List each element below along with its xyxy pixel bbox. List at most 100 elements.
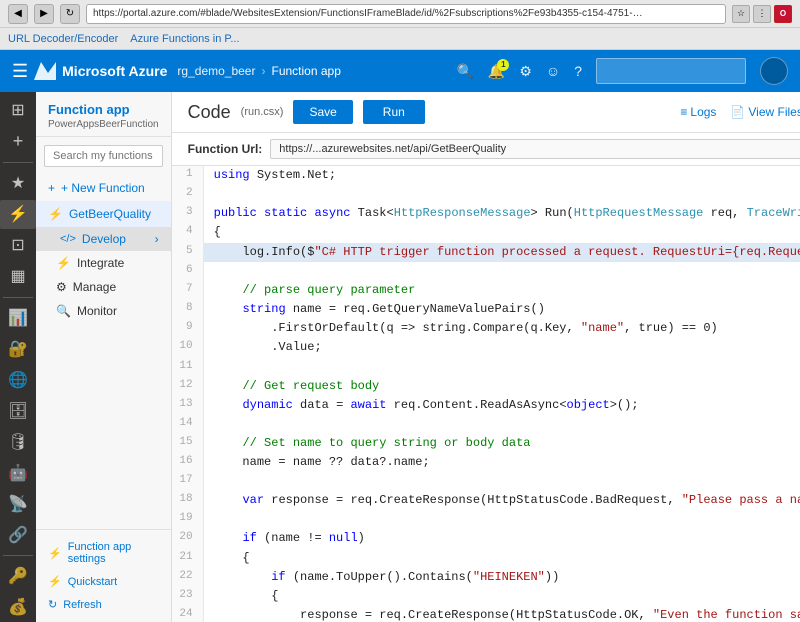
forward-button[interactable]: ▶ xyxy=(34,4,54,24)
rail-favorites-icon[interactable]: ★ xyxy=(0,169,36,198)
code-line-5: 5 log.Info($"C# HTTP trigger function pr… xyxy=(172,243,800,262)
sidebar-bottom: ⚡ Function app settings ⚡ Quickstart ↻ R… xyxy=(36,529,171,622)
sidebar-title: Function app xyxy=(48,102,159,119)
code-line-16: 16 name = name ?? data?.name; xyxy=(172,453,800,472)
hamburger-icon[interactable]: ☰ xyxy=(12,61,28,82)
browser-actions: ☆ ⋮ O xyxy=(732,5,792,23)
logs-link[interactable]: ≡ Logs xyxy=(680,105,716,119)
sidebar-search-input[interactable] xyxy=(44,145,163,167)
avatar[interactable] xyxy=(760,57,788,85)
bookmark-azure-functions[interactable]: Azure Functions in P... xyxy=(130,33,239,45)
function-url-input[interactable] xyxy=(270,139,800,159)
new-function-button[interactable]: + + New Function xyxy=(36,175,171,201)
notifications-icon[interactable]: 🔔 1 xyxy=(488,63,505,80)
code-line-10: 10 .Value; xyxy=(172,338,800,357)
file-icon: 📄 xyxy=(730,105,745,119)
code-line-1: 1 using System.Net; xyxy=(172,166,800,185)
url-bar[interactable]: https://portal.azure.com/#blade/Websites… xyxy=(86,4,726,24)
rail-iot-icon[interactable]: 📡 xyxy=(0,489,36,518)
code-line-22: 22 if (name.ToUpper().Contains("HEINEKEN… xyxy=(172,568,800,587)
rail-ai-icon[interactable]: 🤖 xyxy=(0,458,36,487)
settings-icon[interactable]: ⚙ xyxy=(519,63,532,80)
code-line-17: 17 xyxy=(172,472,800,491)
breadcrumb: rg_demo_beer › Function app xyxy=(177,64,446,78)
bookmark-url-decoder[interactable]: URL Decoder/Encoder xyxy=(8,33,118,45)
back-button[interactable]: ◀ xyxy=(8,4,28,24)
nav-item-develop[interactable]: </> Develop › xyxy=(36,227,171,251)
function-item-getbeerquality[interactable]: ⚡ GetBeerQuality xyxy=(36,201,171,227)
rail-cost-icon[interactable]: 💰 xyxy=(0,593,36,622)
code-line-23: 23 { xyxy=(172,587,800,606)
bookmarks-bar: URL Decoder/Encoder Azure Functions in P… xyxy=(0,28,800,50)
rail-key-icon[interactable]: 🔑 xyxy=(0,562,36,591)
run-button[interactable]: Run xyxy=(363,100,425,124)
rail-network-icon[interactable]: 🌐 xyxy=(0,365,36,394)
sidebar: Function app PowerAppsBeerFunction + + N… xyxy=(36,92,172,622)
code-line-9: 9 .FirstOrDefault(q => string.Compare(q.… xyxy=(172,319,800,338)
rail-dashboard-icon[interactable]: ⊡ xyxy=(0,231,36,260)
rail-security-icon[interactable]: 🔐 xyxy=(0,334,36,363)
opera-button[interactable]: O xyxy=(774,5,792,23)
code-line-14: 14 xyxy=(172,415,800,434)
nav-item-monitor[interactable]: 🔍 Monitor xyxy=(36,299,171,323)
quickstart-label: Quickstart xyxy=(68,576,118,588)
menu-button[interactable]: ⋮ xyxy=(753,5,771,23)
code-line-3: 3 public static async Task<HttpResponseM… xyxy=(172,204,800,223)
url-label: Function Url: xyxy=(188,142,263,156)
help-icon[interactable]: ? xyxy=(574,63,582,79)
code-line-7: 7 // parse query parameter xyxy=(172,281,800,300)
function-icon: ⚡ xyxy=(48,207,63,221)
function-name: GetBeerQuality xyxy=(69,207,151,221)
new-function-icon: + xyxy=(48,181,55,195)
save-button[interactable]: Save xyxy=(293,100,352,124)
code-line-11: 11 xyxy=(172,358,800,377)
breadcrumb-parent[interactable]: rg_demo_beer xyxy=(177,64,255,78)
develop-icon: </> xyxy=(60,233,76,245)
logs-icon: ≡ xyxy=(680,105,687,119)
rail-monitor-icon[interactable]: 📊 xyxy=(0,303,36,332)
code-line-13: 13 dynamic data = await req.Content.Read… xyxy=(172,396,800,415)
rail-integration-icon[interactable]: 🔗 xyxy=(0,520,36,549)
rail-separator-3 xyxy=(3,555,33,556)
sidebar-subtitle: PowerAppsBeerFunction xyxy=(48,119,159,130)
smiley-icon[interactable]: ☺ xyxy=(546,63,560,79)
sidebar-quickstart[interactable]: ⚡ Quickstart xyxy=(36,570,171,593)
code-editor[interactable]: 1 using System.Net; 2 3 public static as… xyxy=(172,166,800,622)
rail-home-icon[interactable]: ⊞ xyxy=(0,96,36,125)
rail-db-icon[interactable]: 🛢 xyxy=(0,427,36,456)
settings-icon: ⚡ xyxy=(48,547,62,560)
new-function-label: + New Function xyxy=(61,181,145,195)
breadcrumb-separator: › xyxy=(261,64,265,78)
rail-storage-icon[interactable]: 🗄 xyxy=(0,396,36,425)
rail-resources-icon[interactable]: ▦ xyxy=(0,262,36,291)
nav-item-manage[interactable]: ⚙ Manage xyxy=(36,275,171,299)
code-line-20: 20 if (name != null) xyxy=(172,529,800,548)
header-icons: 🔍 🔔 1 ⚙ ☺ ? xyxy=(456,57,788,85)
integrate-icon: ⚡ xyxy=(56,256,71,270)
azure-logo: Microsoft Azure xyxy=(34,62,167,80)
develop-arrow-icon: › xyxy=(155,232,159,246)
header-search-input[interactable] xyxy=(596,58,746,84)
breadcrumb-current: Function app xyxy=(271,64,340,78)
rail-functions-icon[interactable]: ⚡ xyxy=(0,200,36,229)
code-line-18: 18 var response = req.CreateResponse(Htt… xyxy=(172,491,800,510)
function-url-bar: Function Url: ⧉ xyxy=(172,133,800,166)
sidebar-function-settings[interactable]: ⚡ Function app settings xyxy=(36,536,171,570)
code-title: Code xyxy=(188,102,231,123)
code-line-6: 6 xyxy=(172,262,800,281)
rail-separator-2 xyxy=(3,297,33,298)
manage-icon: ⚙ xyxy=(56,280,67,294)
view-files-link[interactable]: 📄 View Files xyxy=(730,105,800,119)
search-icon[interactable]: 🔍 xyxy=(456,63,473,80)
refresh-button[interactable]: ↻ xyxy=(60,4,80,24)
azure-header: ☰ Microsoft Azure rg_demo_beer › Functio… xyxy=(0,50,800,92)
code-line-8: 8 string name = req.GetQueryNameValuePai… xyxy=(172,300,800,319)
rail-plus-icon[interactable]: + xyxy=(0,127,36,156)
code-line-21: 21 { xyxy=(172,549,800,568)
code-header-right: ≡ Logs 📄 View Files ✓ Test 🔑 Keys xyxy=(680,105,800,119)
refresh-icon: ↻ xyxy=(48,598,57,611)
sidebar-refresh[interactable]: ↻ Refresh xyxy=(36,593,171,616)
nav-item-integrate[interactable]: ⚡ Integrate xyxy=(36,251,171,275)
star-button[interactable]: ☆ xyxy=(732,5,750,23)
code-header: Code (run.csx) Save Run ≡ Logs 📄 View Fi… xyxy=(172,92,800,133)
